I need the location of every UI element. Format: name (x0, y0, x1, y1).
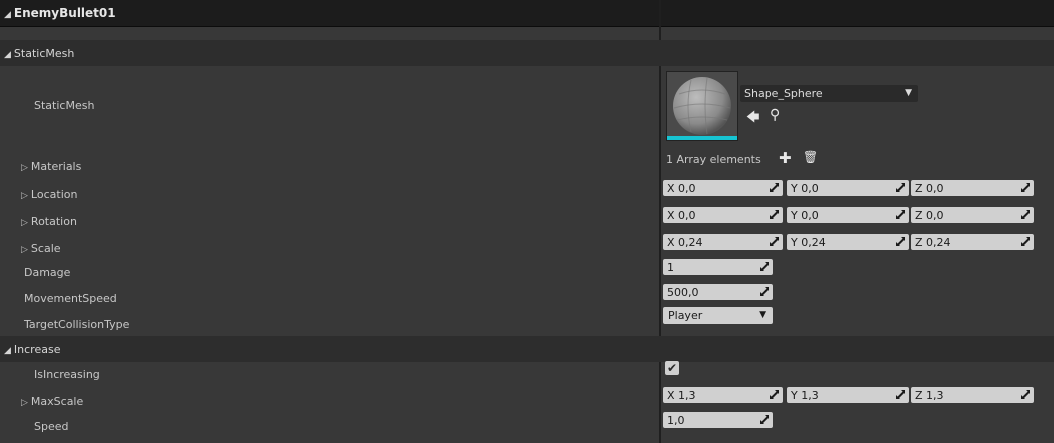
static-mesh-combo[interactable]: Shape_Sphere ▼ (740, 85, 918, 102)
expand-triangle-icon: ▷ (21, 163, 28, 173)
actor-title[interactable]: ◢ EnemyBullet01 (4, 6, 116, 20)
delete-trash-icon[interactable]: 🗑 (803, 150, 818, 164)
rotation-y-field[interactable]: Y 0,0 (787, 207, 909, 223)
chevron-down-icon: ▼ (905, 88, 912, 98)
section-increase[interactable]: ◢ Increase (0, 336, 1054, 362)
browse-search-icon[interactable]: ⚲ (770, 107, 780, 123)
expand-triangle-icon: ▷ (21, 245, 28, 255)
prop-speed: Speed (0, 413, 1054, 439)
max-scale-z-field[interactable]: Z 1,3 (911, 387, 1034, 403)
max-scale-x-field[interactable]: X 1,3 (663, 387, 783, 403)
drag-arrow-icon (1021, 183, 1030, 192)
location-x-field[interactable]: X 0,0 (663, 180, 783, 196)
location-z-field[interactable]: Z 0,0 (911, 180, 1034, 196)
prop-target-collision-type: TargetCollisionType (0, 311, 1054, 337)
prop-damage: Damage (0, 259, 1054, 285)
section-static-mesh-label: ◢ StaticMesh (4, 47, 75, 60)
drag-arrow-icon (896, 237, 905, 246)
movement-speed-field[interactable]: 500,0 (663, 284, 773, 300)
section-increase-label: ◢ Increase (4, 343, 61, 356)
prop-damage-label: Damage (24, 266, 71, 279)
drag-arrow-icon (760, 287, 769, 296)
target-collision-dropdown[interactable]: Player ▼ (663, 307, 773, 324)
damage-field[interactable]: 1 (663, 259, 773, 275)
prop-is-increasing-label: IsIncreasing (34, 368, 100, 381)
rotation-x-field[interactable]: X 0,0 (663, 207, 783, 223)
drag-arrow-icon (770, 210, 779, 219)
prop-static-mesh-label: StaticMesh (34, 99, 95, 112)
collapse-triangle-icon[interactable]: ◢ (4, 10, 11, 20)
prop-target-collision-label: TargetCollisionType (24, 318, 130, 331)
drag-arrow-icon (760, 415, 769, 424)
prop-max-scale-label: ▷ MaxScale (21, 395, 84, 408)
location-y-field[interactable]: Y 0,0 (787, 180, 909, 196)
drag-arrow-icon (896, 210, 905, 219)
details-header: ◢ EnemyBullet01 (0, 0, 1054, 27)
static-mesh-value: Shape_Sphere (744, 87, 823, 100)
expand-triangle-icon: ▷ (21, 218, 28, 228)
section-static-mesh[interactable]: ◢ StaticMesh (0, 40, 1054, 66)
asset-type-bar (667, 136, 737, 140)
drag-arrow-icon (1021, 210, 1030, 219)
drag-arrow-icon (896, 390, 905, 399)
materials-array-count: 1 Array elements (666, 153, 761, 166)
speed-field[interactable]: 1,0 (663, 412, 773, 428)
drag-arrow-icon (770, 237, 779, 246)
scale-y-field[interactable]: Y 0,24 (787, 234, 909, 250)
prop-materials[interactable]: ▷ Materials (0, 153, 1054, 179)
drag-arrow-icon (770, 183, 779, 192)
prop-rotation-label: ▷ Rotation (21, 215, 77, 228)
expand-triangle-icon: ▷ (21, 398, 28, 408)
prop-materials-label: ▷ Materials (21, 160, 82, 173)
drag-arrow-icon (1021, 390, 1030, 399)
expand-triangle-icon: ◢ (4, 50, 11, 60)
scale-z-field[interactable]: Z 0,24 (911, 234, 1034, 250)
prop-speed-label: Speed (34, 420, 69, 433)
details-panel: ◢ EnemyBullet01 ◢ StaticMesh StaticMesh Sh… (0, 0, 1054, 443)
mesh-thumbnail[interactable] (666, 71, 738, 141)
sphere-thumbnail-icon (673, 77, 731, 135)
checkmark-icon: ✔ (666, 361, 678, 375)
add-element-icon[interactable]: ✚ (779, 149, 792, 167)
expand-triangle-icon: ◢ (4, 346, 11, 356)
prop-location-label: ▷ Location (21, 188, 78, 201)
prop-scale-label: ▷ Scale (21, 242, 61, 255)
drag-arrow-icon (896, 183, 905, 192)
max-scale-y-field[interactable]: Y 1,3 (787, 387, 909, 403)
drag-arrow-icon (770, 390, 779, 399)
expand-triangle-icon: ▷ (21, 191, 28, 201)
actor-title-text: EnemyBullet01 (13, 6, 116, 20)
is-increasing-checkbox[interactable]: ✔ (665, 361, 679, 375)
chevron-down-icon: ▼ (759, 310, 766, 320)
prop-movement-speed: MovementSpeed (0, 285, 1054, 311)
drag-arrow-icon (760, 262, 769, 271)
use-selected-arrow-icon[interactable]: 🡄 (746, 108, 759, 130)
prop-is-increasing: IsIncreasing (0, 361, 1054, 387)
target-collision-value: Player (668, 309, 703, 322)
drag-arrow-icon (1021, 237, 1030, 246)
scale-x-field[interactable]: X 0,24 (663, 234, 783, 250)
rotation-z-field[interactable]: Z 0,0 (911, 207, 1034, 223)
prop-movement-speed-label: MovementSpeed (24, 292, 117, 305)
